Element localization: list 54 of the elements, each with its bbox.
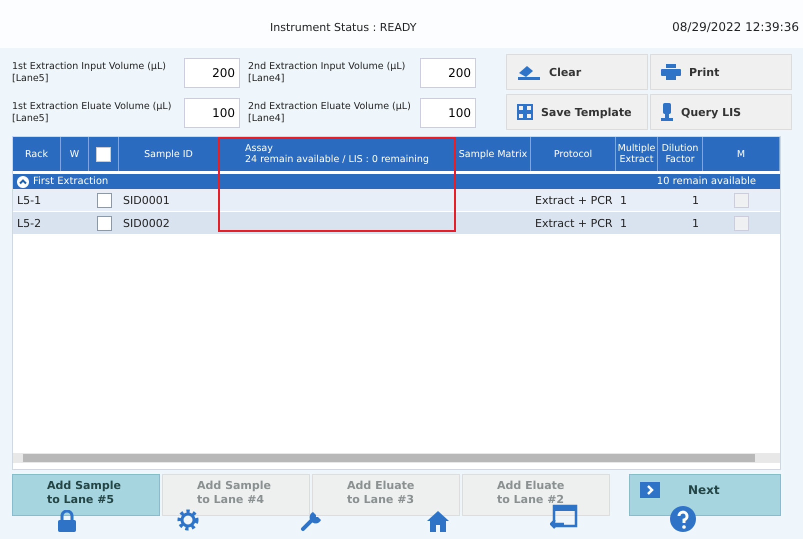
home-icon[interactable] [426,510,450,532]
row-checkbox[interactable] [96,216,112,230]
volume-label: 1st Extraction Input Volume (µL) [Lane5] [12,60,167,85]
column-header: Protocol [531,137,616,171]
action-button[interactable]: Query LIS [650,94,792,130]
column-header: Sample Matrix [456,137,531,171]
volume-field[interactable]: 200 [420,58,476,88]
next-button[interactable]: Next [629,474,781,516]
group-row[interactable]: First Extraction 10 remain available [13,174,780,189]
help-icon[interactable] [670,506,696,532]
table-cell-text: L5-1 [16,192,42,208]
person-icon [661,103,673,121]
table-cell-text: Extract + PCR [534,216,614,232]
action-button[interactable]: Clear [506,54,648,90]
table-cell-text: 1 [691,192,700,208]
group-note: 10 remain available [656,176,756,187]
volume-field[interactable]: 100 [184,98,240,128]
table-cell-text: 1 [691,216,700,232]
collapse-icon[interactable] [17,176,29,188]
select-all-checkbox[interactable] [96,146,111,162]
volume-label: 1st Extraction Eluate Volume (µL) [Lane5] [12,101,172,126]
table-cell-text: SID0001 [122,192,171,208]
m-checkbox[interactable] [734,216,749,230]
action-button[interactable]: Save Template [506,94,648,130]
lock-icon[interactable] [58,510,76,532]
chevron-icon [640,482,660,498]
row-checkbox[interactable] [96,192,112,208]
column-header: W [61,137,89,171]
volume-field[interactable]: 200 [184,58,240,88]
lane-button[interactable]: Add Sample to Lane #5 [12,474,160,516]
column-header: Assay 24 remain available / LIS : 0 remaining [219,137,456,171]
volume-label: 2nd Extraction Input Volume (µL) [Lane4] [248,60,406,85]
column-header: M [703,137,780,171]
column-header: Sample ID [119,137,219,171]
settings-icon[interactable] [176,508,200,532]
table-cell-text: 1 [619,192,628,208]
date-time: 08/29/2022 12:39:36 [672,20,799,34]
group-label: First Extraction [33,176,108,187]
eraser-icon [517,64,541,80]
grid-icon [517,104,533,120]
table-cell-text: Extract + PCR [534,192,614,208]
horizontal-scrollbar[interactable] [13,453,780,463]
table-cell-text: 1 [619,216,628,232]
m-checkbox[interactable] [734,192,749,208]
column-header: Rack [13,137,61,171]
column-header: Multiple Extract [616,137,658,171]
action-button[interactable]: Print [650,54,792,90]
volume-field[interactable]: 100 [420,98,476,128]
column-header: Dilution Factor [658,137,703,171]
table-cell-text: L5-2 [16,216,42,232]
print-icon [661,64,681,80]
instrument-status: Instrument Status : READY [270,21,416,34]
volume-label: 2nd Extraction Eluate Volume (µL) [Lane4] [248,101,412,126]
table-cell-text: SID0002 [122,216,171,232]
